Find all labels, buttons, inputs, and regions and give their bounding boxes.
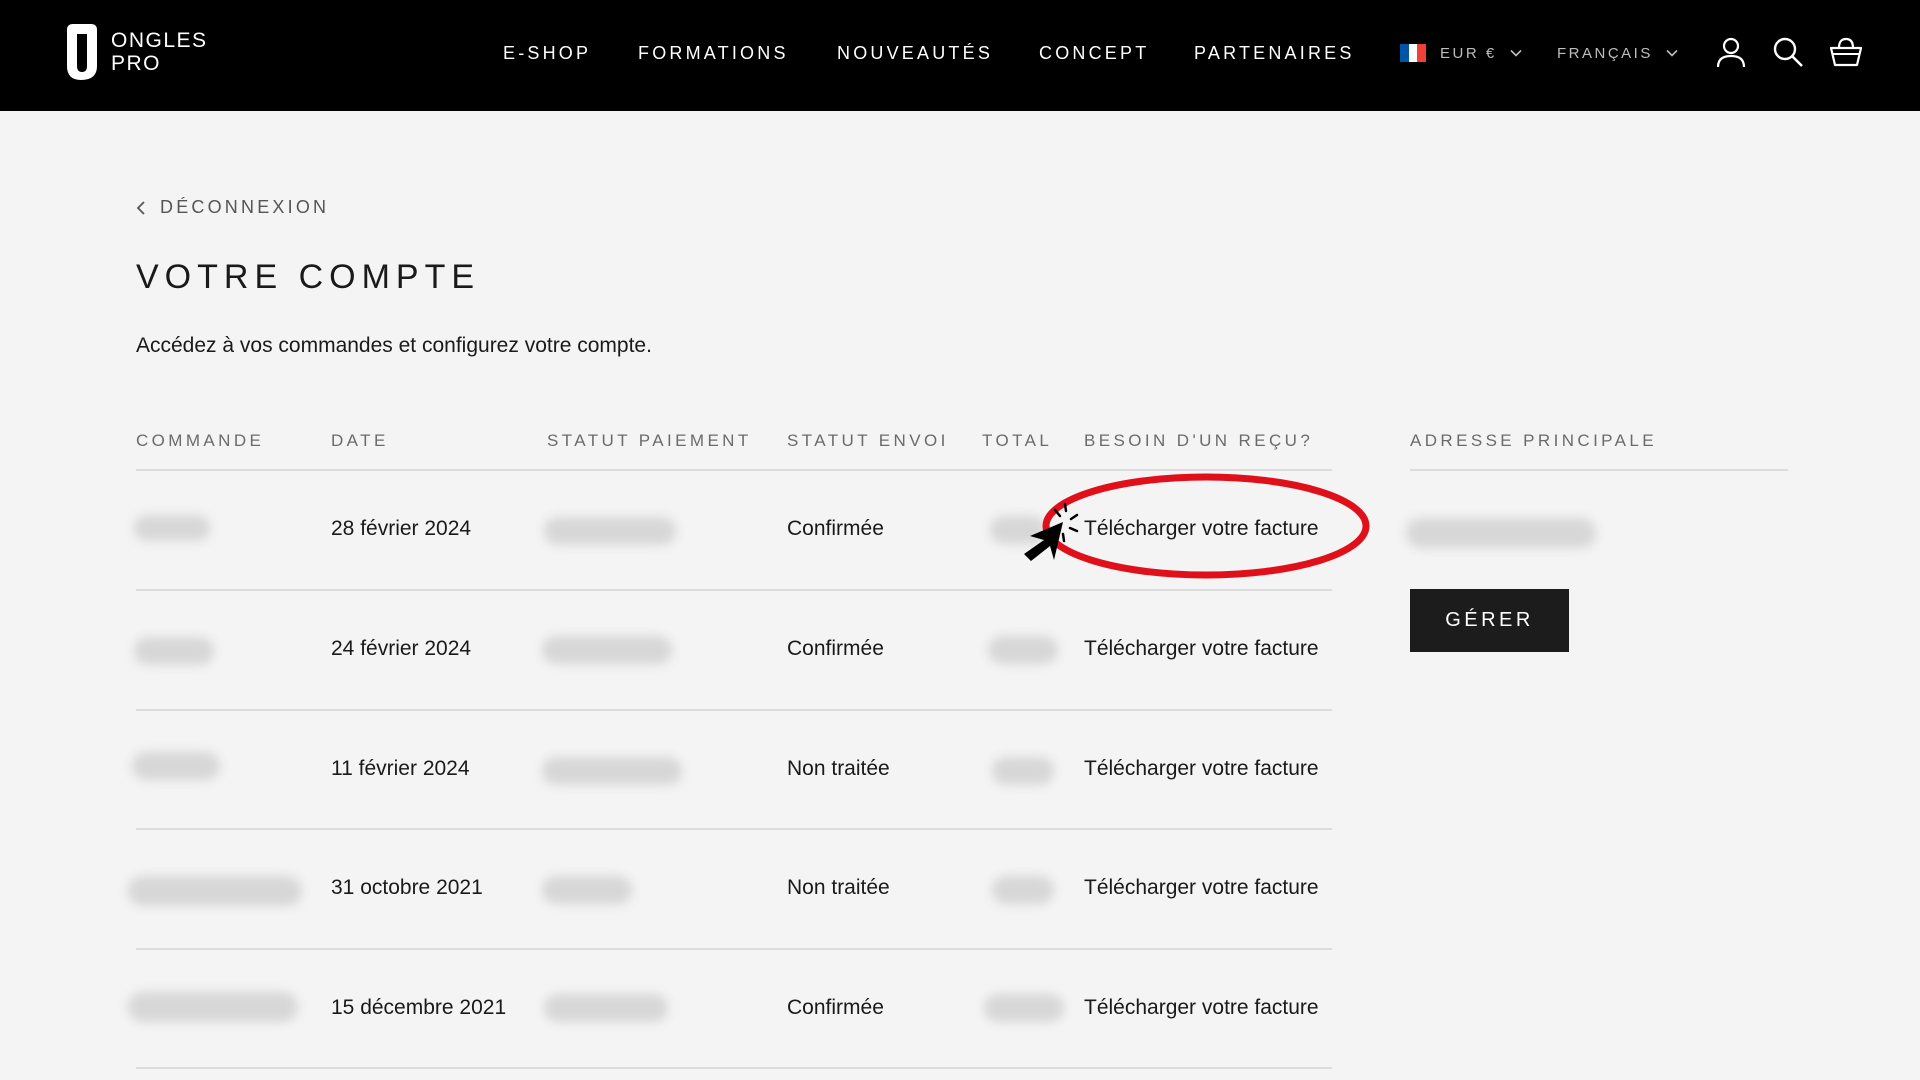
order-date: 28 février 2024 — [331, 517, 472, 540]
logout-label: DÉCONNEXION — [160, 197, 330, 217]
shipping-status: Non traitée — [787, 876, 890, 899]
address-divider — [1410, 469, 1788, 471]
brand-line-1: ONGLES — [111, 29, 208, 52]
chevron-left-icon — [136, 200, 145, 215]
page-title: VOTRE COMPTE — [136, 258, 481, 296]
payment-status-redacted — [542, 757, 682, 785]
shipping-status: Confirmée — [787, 996, 884, 1019]
payment-status-redacted — [544, 994, 668, 1022]
nav-partenaires[interactable]: PARTENAIRES — [1194, 43, 1355, 64]
nav-concept[interactable]: CONCEPT — [1039, 43, 1149, 64]
column-header-shipping-status: STATUT ENVOI — [787, 431, 949, 450]
row-divider — [136, 709, 1332, 711]
brand-line-2: PRO — [111, 52, 162, 75]
user-icon[interactable] — [1714, 35, 1748, 69]
currency-label: EUR € — [1440, 44, 1497, 62]
payment-status-redacted — [542, 876, 632, 904]
download-invoice-link[interactable]: Télécharger votre facture — [1084, 637, 1319, 661]
site-header: ONGLES PRO E-SHOP FORMATIONS NOUVEAUTÉS … — [0, 0, 1920, 111]
order-number-redacted — [134, 637, 214, 665]
shipping-status: Confirmée — [787, 637, 884, 660]
column-header-total: TOTAL — [982, 431, 1053, 450]
currency-selector[interactable]: EUR € — [1400, 0, 1523, 106]
order-number-redacted — [134, 515, 210, 541]
manage-address-button[interactable]: GÉRER — [1410, 589, 1569, 652]
logout-link[interactable]: DÉCONNEXION — [136, 197, 329, 218]
column-header-receipt: BESOIN D'UN REÇU? — [1084, 431, 1314, 450]
order-date: 24 février 2024 — [331, 637, 472, 660]
annotation-overlay — [1024, 473, 1370, 579]
row-divider — [136, 828, 1332, 830]
order-number-redacted — [132, 752, 220, 780]
brand-name: ONGLES PRO — [111, 29, 208, 75]
nav-eshop[interactable]: E-SHOP — [503, 43, 591, 64]
language-selector[interactable]: FRANÇAIS — [1557, 0, 1679, 106]
payment-status-redacted — [542, 636, 672, 664]
total-redacted — [992, 757, 1054, 785]
order-date: 31 octobre 2021 — [331, 876, 483, 899]
total-redacted — [990, 516, 1046, 544]
download-invoice-link[interactable]: Télécharger votre facture — [1084, 876, 1319, 900]
order-number-redacted — [128, 992, 298, 1022]
address-heading: ADRESSE PRINCIPALE — [1410, 431, 1657, 450]
france-flag-icon — [1400, 44, 1427, 62]
row-divider — [136, 948, 1332, 950]
download-invoice-link[interactable]: Télécharger votre facture — [1084, 517, 1319, 541]
order-number-redacted — [128, 876, 302, 906]
row-divider — [136, 589, 1332, 591]
order-date: 15 décembre 2021 — [331, 996, 507, 1019]
download-invoice-link[interactable]: Télécharger votre facture — [1084, 996, 1319, 1020]
total-redacted — [992, 876, 1054, 904]
brand-logo[interactable]: ONGLES PRO — [63, 22, 208, 82]
nav-nouveautes[interactable]: NOUVEAUTÉS — [837, 43, 993, 64]
chevron-down-icon — [1666, 49, 1678, 57]
total-redacted — [984, 994, 1064, 1022]
column-header-order: COMMANDE — [136, 431, 265, 450]
nav-formations[interactable]: FORMATIONS — [638, 43, 789, 64]
address-redacted — [1406, 518, 1596, 548]
chevron-down-icon — [1510, 49, 1522, 57]
column-header-payment-status: STATUT PAIEMENT — [547, 431, 752, 450]
shipping-status: Non traitée — [787, 757, 890, 780]
basket-icon[interactable] — [1829, 35, 1863, 69]
payment-status-redacted — [544, 517, 676, 545]
download-invoice-link[interactable]: Télécharger votre facture — [1084, 757, 1319, 781]
total-redacted — [988, 636, 1058, 664]
column-header-date: DATE — [331, 431, 389, 450]
page-subtitle: Accédez à vos commandes et configurez vo… — [136, 334, 652, 357]
table-header-divider — [136, 469, 1332, 471]
shipping-status: Confirmée — [787, 517, 884, 540]
order-date: 11 février 2024 — [331, 757, 470, 780]
language-label: FRANÇAIS — [1557, 44, 1653, 62]
search-icon[interactable] — [1771, 35, 1805, 69]
row-divider — [136, 1067, 1332, 1069]
logo-icon — [67, 24, 97, 80]
